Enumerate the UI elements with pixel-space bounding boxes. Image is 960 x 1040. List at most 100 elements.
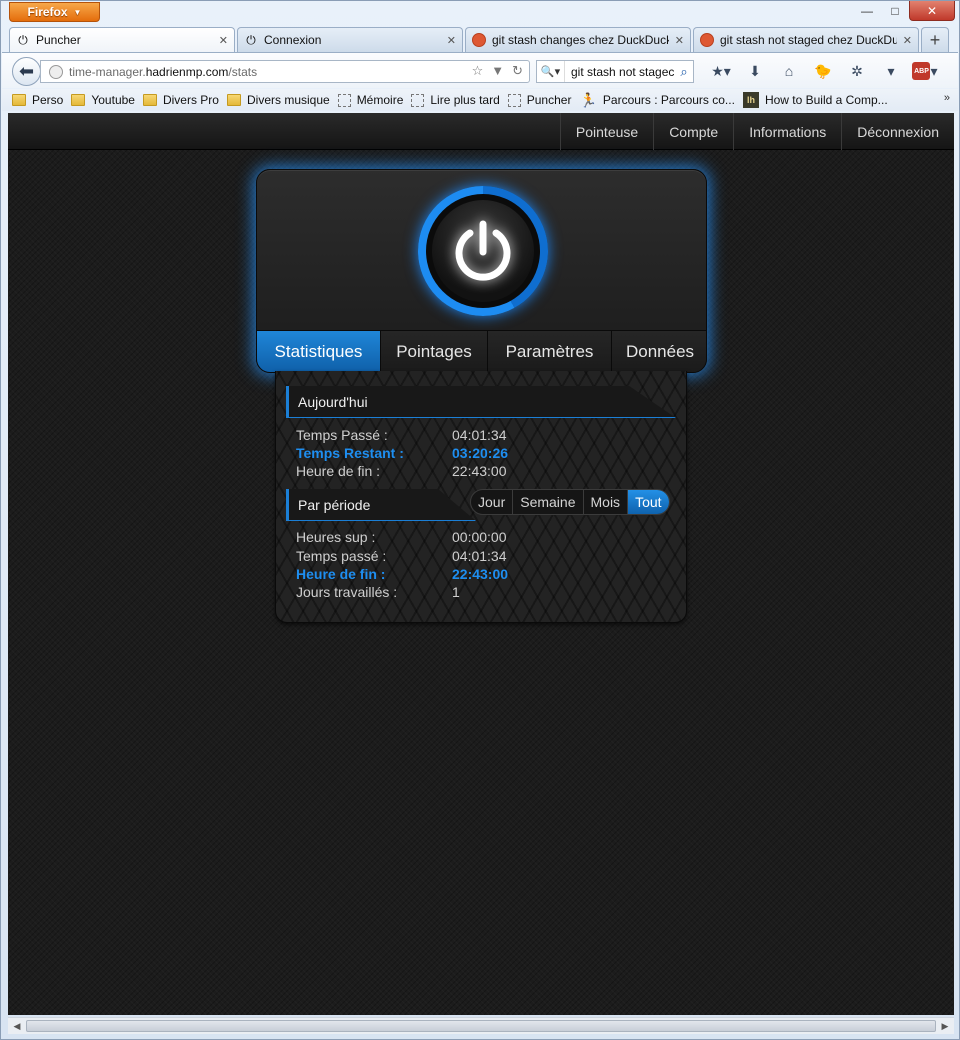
scroll-left-icon[interactable]: ◀: [10, 1020, 24, 1032]
tab-connexion[interactable]: ⏻ Connexion ✕: [237, 27, 463, 52]
bookmark-divers-musique[interactable]: Divers musique: [226, 93, 330, 107]
nav-pointeuse[interactable]: Pointeuse: [559, 113, 653, 150]
bookmark-label: Mémoire: [356, 93, 404, 107]
bookmarks-menu-icon[interactable]: ★▾: [704, 61, 738, 81]
nav-compte[interactable]: Compte: [653, 113, 733, 150]
home-icon[interactable]: ⌂: [772, 61, 806, 81]
horizontal-scrollbar[interactable]: ◀ ▶: [8, 1017, 954, 1034]
bookmark-perso[interactable]: Perso: [12, 93, 63, 107]
addon-bug-icon[interactable]: ✲: [840, 61, 874, 81]
power-icon: ⏻: [18, 32, 28, 47]
panel-tabs: Statistiques Pointages Paramètres Donnée…: [257, 330, 706, 372]
page-icon: [411, 93, 425, 107]
stat-value: 03:20:26: [452, 445, 509, 461]
toolbar-dropdown-icon[interactable]: ▾: [874, 61, 908, 81]
url-controls: ☆ ▼ ↻: [472, 63, 523, 79]
stat-value: 22:43:00: [452, 463, 507, 479]
bookmark-parcours[interactable]: 🏃 Parcours : Parcours co...: [579, 92, 734, 109]
stat-value: 04:01:34: [452, 427, 507, 443]
stat-value: 04:01:34: [452, 548, 507, 564]
caret-down-icon: ▼: [73, 7, 82, 17]
browser-window: Firefox ▼ — □ ✕ ⏻ Puncher ✕ ⏻ Connexion …: [0, 0, 960, 1040]
tab-puncher[interactable]: ⏻ Puncher ✕: [9, 27, 235, 52]
history-dropdown-icon[interactable]: ▼: [491, 63, 504, 79]
bookmarks-bar: Perso Youtube Divers Pro Divers musique …: [2, 89, 958, 111]
bookmark-memoire[interactable]: Mémoire: [337, 93, 404, 107]
bookmark-label: Lire plus tard: [430, 93, 500, 107]
bookmark-puncher[interactable]: Puncher: [507, 93, 571, 107]
nav-informations[interactable]: Informations: [733, 113, 841, 150]
back-button[interactable]: ⬅: [12, 57, 41, 86]
lifehacker-icon: lh: [742, 92, 759, 108]
tab-title: Puncher: [36, 33, 81, 47]
bookmark-label: Divers Pro: [162, 93, 219, 107]
addon-duck-icon[interactable]: 🐤: [806, 61, 840, 81]
bookmark-divers-pro[interactable]: Divers Pro: [142, 93, 219, 107]
nav-toolbar: ⬅ time-manager.hadrienmp.com/stats ☆ ▼ ↻…: [2, 52, 958, 88]
period-filter: Jour Semaine Mois Tout: [470, 489, 670, 515]
tab-close-icon[interactable]: ✕: [675, 34, 684, 47]
title-bar: Firefox ▼ — □ ✕: [1, 1, 959, 25]
bookmark-label: Divers musique: [246, 93, 330, 107]
bookmarks-overflow-icon[interactable]: »: [944, 92, 950, 104]
stat-value: 22:43:00: [452, 566, 509, 582]
filter-mois[interactable]: Mois: [584, 490, 629, 514]
stat-label: Jours travaillés :: [296, 584, 398, 600]
bookmark-lire-plus-tard[interactable]: Lire plus tard: [411, 93, 500, 107]
duckduckgo-icon: [472, 33, 486, 47]
tab-title: git stash not staged chez DuckDu...: [720, 33, 897, 47]
adblock-icon[interactable]: ABP ▾: [908, 61, 942, 81]
stat-label: Heure de fin :: [296, 463, 381, 479]
stat-label: Temps Passé :: [296, 427, 388, 443]
tab-donnees[interactable]: Données: [612, 331, 706, 372]
duckduckgo-icon: [700, 33, 714, 47]
tab-close-icon[interactable]: ✕: [447, 34, 456, 47]
search-engine-icon[interactable]: 🔍▾: [537, 61, 565, 82]
tab-parametres[interactable]: Paramètres: [488, 331, 612, 372]
tab-title: git stash changes chez DuckDuck...: [492, 33, 669, 47]
nav-deconnexion[interactable]: Déconnexion: [841, 113, 954, 150]
scrollbar-thumb[interactable]: [26, 1020, 936, 1032]
window-controls: — □ ✕: [853, 1, 955, 21]
stats-box: Aujourd'hui Temps Passé : 04:01:34 Temps…: [275, 371, 687, 623]
tab-statistiques[interactable]: Statistiques: [257, 331, 381, 372]
url-bar[interactable]: time-manager.hadrienmp.com/stats ☆ ▼ ↻: [40, 60, 530, 83]
bookmark-label: How to Build a Comp...: [764, 93, 888, 107]
section-title-today: Aujourd'hui: [286, 386, 676, 418]
bookmark-youtube[interactable]: Youtube: [71, 93, 135, 107]
tab-pointages[interactable]: Pointages: [381, 331, 488, 372]
scroll-right-icon[interactable]: ▶: [938, 1020, 952, 1032]
firefox-menu-label: Firefox: [27, 5, 68, 19]
puncher-panel: Statistiques Pointages Paramètres Donnée…: [256, 169, 707, 373]
tab-duckduckgo-1[interactable]: git stash changes chez DuckDuck... ✕: [465, 27, 691, 52]
stat-row: Heures sup : 00:00:00: [296, 529, 556, 547]
maximize-button[interactable]: □: [881, 1, 909, 21]
search-go-icon[interactable]: ⌕: [675, 64, 693, 80]
stat-row: Jours travaillés : 1: [296, 584, 556, 602]
bookmark-how-to-build[interactable]: lh How to Build a Comp...: [742, 92, 888, 108]
runner-icon: 🏃: [579, 91, 597, 108]
firefox-menu-button[interactable]: Firefox ▼: [9, 2, 100, 22]
minimize-button[interactable]: —: [853, 1, 881, 21]
stat-row: Temps Passé : 04:01:34: [296, 427, 556, 445]
close-window-button[interactable]: ✕: [909, 1, 955, 21]
filter-semaine[interactable]: Semaine: [513, 490, 584, 514]
bookmark-star-icon[interactable]: ☆: [472, 63, 484, 79]
bookmark-label: Perso: [32, 93, 64, 107]
stat-row: Heure de fin : 22:43:00: [296, 463, 556, 481]
tab-close-icon[interactable]: ✕: [219, 34, 228, 47]
new-tab-button[interactable]: +: [921, 27, 949, 52]
tab-duckduckgo-2[interactable]: git stash not staged chez DuckDu... ✕: [693, 27, 919, 52]
power-icon: ⏻: [246, 32, 256, 47]
tab-close-icon[interactable]: ✕: [903, 34, 912, 47]
download-icon[interactable]: ⬇: [738, 61, 772, 81]
filter-jour[interactable]: Jour: [471, 490, 514, 514]
power-button[interactable]: [418, 186, 548, 316]
reload-icon[interactable]: ↻: [512, 63, 523, 79]
search-input[interactable]: git stash not stagec: [565, 65, 675, 79]
tab-strip: ⏻ Puncher ✕ ⏻ Connexion ✕ git stash chan…: [9, 27, 949, 52]
search-bar[interactable]: 🔍▾ git stash not stagec ⌕: [536, 60, 694, 83]
toolbar-icons: ★▾ ⬇ ⌂ 🐤 ✲ ▾ ABP ▾: [704, 61, 942, 81]
stat-row: Temps passé : 04:01:34: [296, 548, 556, 566]
filter-tout[interactable]: Tout: [628, 490, 669, 514]
